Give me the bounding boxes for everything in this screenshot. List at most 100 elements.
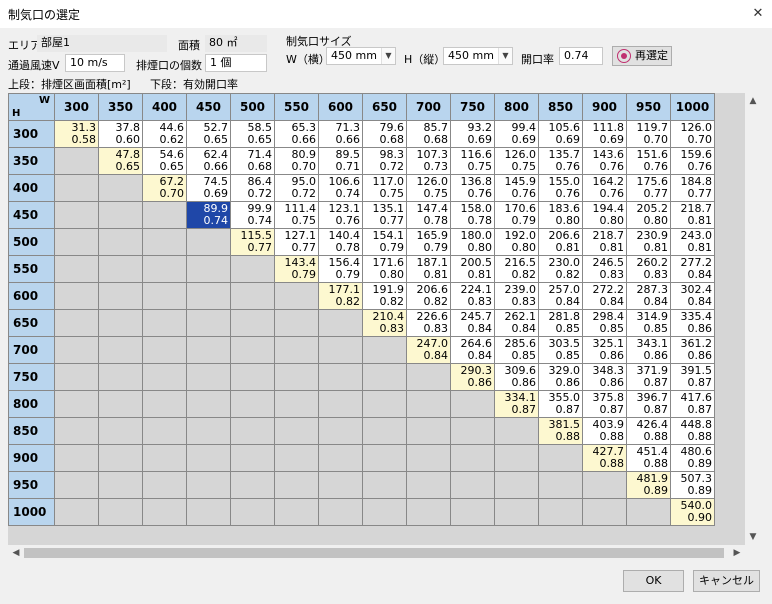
scroll-right-icon[interactable]: ▶ bbox=[729, 545, 745, 561]
size-cell[interactable]: 151.6 0.76 bbox=[626, 147, 671, 175]
size-cell[interactable]: 191.9 0.82 bbox=[362, 282, 407, 310]
close-icon[interactable]: ✕ bbox=[744, 0, 772, 28]
size-cell[interactable]: 71.3 0.66 bbox=[318, 120, 363, 148]
size-cell[interactable]: 58.5 0.65 bbox=[230, 120, 275, 148]
size-cell[interactable]: 218.7 0.81 bbox=[670, 201, 715, 229]
size-cell[interactable]: 135.7 0.76 bbox=[538, 147, 583, 175]
size-cell[interactable]: 47.8 0.65 bbox=[98, 147, 143, 175]
size-cell[interactable]: 192.0 0.80 bbox=[494, 228, 539, 256]
size-cell[interactable]: 107.3 0.73 bbox=[406, 147, 451, 175]
size-cell[interactable]: 448.8 0.88 bbox=[670, 417, 715, 445]
size-cell[interactable]: 105.6 0.69 bbox=[538, 120, 583, 148]
size-cell[interactable]: 206.6 0.81 bbox=[538, 228, 583, 256]
chevron-down-icon[interactable]: ▼ bbox=[498, 48, 512, 64]
size-cell[interactable]: 54.6 0.65 bbox=[142, 147, 187, 175]
chevron-down-icon[interactable]: ▼ bbox=[381, 48, 395, 64]
size-cell[interactable]: 272.2 0.84 bbox=[582, 282, 627, 310]
size-cell[interactable]: 89.9 0.74 bbox=[186, 201, 231, 229]
size-cell[interactable]: 71.4 0.68 bbox=[230, 147, 275, 175]
size-cell[interactable]: 159.6 0.76 bbox=[670, 147, 715, 175]
size-cell[interactable]: 111.4 0.75 bbox=[274, 201, 319, 229]
size-cell[interactable]: 99.4 0.69 bbox=[494, 120, 539, 148]
size-cell[interactable]: 325.1 0.86 bbox=[582, 336, 627, 364]
size-cell[interactable]: 260.2 0.83 bbox=[626, 255, 671, 283]
size-cell[interactable]: 226.6 0.83 bbox=[406, 309, 451, 337]
size-cell[interactable]: 348.3 0.86 bbox=[582, 363, 627, 391]
size-cell[interactable]: 74.5 0.69 bbox=[186, 174, 231, 202]
size-cell[interactable]: 119.7 0.70 bbox=[626, 120, 671, 148]
size-cell[interactable]: 99.9 0.74 bbox=[230, 201, 275, 229]
size-cell[interactable]: 127.1 0.77 bbox=[274, 228, 319, 256]
size-cell[interactable]: 396.7 0.87 bbox=[626, 390, 671, 418]
size-cell[interactable]: 218.7 0.81 bbox=[582, 228, 627, 256]
size-cell[interactable]: 117.0 0.75 bbox=[362, 174, 407, 202]
size-cell[interactable]: 480.6 0.89 bbox=[670, 444, 715, 472]
size-cell[interactable]: 65.3 0.66 bbox=[274, 120, 319, 148]
size-cell[interactable]: 177.1 0.82 bbox=[318, 282, 363, 310]
cancel-button[interactable]: キャンセル bbox=[693, 570, 760, 592]
size-cell[interactable]: 264.6 0.84 bbox=[450, 336, 495, 364]
size-cell[interactable]: 230.9 0.81 bbox=[626, 228, 671, 256]
size-cell[interactable]: 86.4 0.72 bbox=[230, 174, 275, 202]
size-cell[interactable]: 171.6 0.80 bbox=[362, 255, 407, 283]
scroll-left-icon[interactable]: ◀ bbox=[8, 545, 24, 561]
size-cell[interactable]: 224.1 0.83 bbox=[450, 282, 495, 310]
size-cell[interactable]: 481.9 0.89 bbox=[626, 471, 671, 499]
size-cell[interactable]: 155.0 0.76 bbox=[538, 174, 583, 202]
size-cell[interactable]: 170.6 0.79 bbox=[494, 201, 539, 229]
size-cell[interactable]: 123.1 0.76 bbox=[318, 201, 363, 229]
horizontal-scroll-thumb[interactable] bbox=[24, 548, 724, 558]
size-cell[interactable]: 95.0 0.72 bbox=[274, 174, 319, 202]
size-cell[interactable]: 126.0 0.75 bbox=[494, 147, 539, 175]
size-cell[interactable]: 136.8 0.76 bbox=[450, 174, 495, 202]
size-cell[interactable]: 334.1 0.87 bbox=[494, 390, 539, 418]
size-cell[interactable]: 115.5 0.77 bbox=[230, 228, 275, 256]
size-cell[interactable]: 143.6 0.76 bbox=[582, 147, 627, 175]
size-cell[interactable]: 111.8 0.69 bbox=[582, 120, 627, 148]
reselect-button[interactable]: 再選定 bbox=[612, 46, 672, 66]
size-cell[interactable]: 80.9 0.70 bbox=[274, 147, 319, 175]
ok-button[interactable]: OK bbox=[623, 570, 684, 592]
size-cell[interactable]: 126.0 0.70 bbox=[670, 120, 715, 148]
size-cell[interactable]: 85.7 0.68 bbox=[406, 120, 451, 148]
size-cell[interactable]: 44.6 0.62 bbox=[142, 120, 187, 148]
size-cell[interactable]: 79.6 0.68 bbox=[362, 120, 407, 148]
size-cell[interactable]: 126.0 0.75 bbox=[406, 174, 451, 202]
size-cell[interactable]: 164.2 0.76 bbox=[582, 174, 627, 202]
size-cell[interactable]: 183.6 0.80 bbox=[538, 201, 583, 229]
size-cell[interactable]: 257.0 0.84 bbox=[538, 282, 583, 310]
horizontal-scrollbar[interactable]: ◀ ▶ bbox=[8, 545, 745, 561]
size-cell[interactable]: 371.9 0.87 bbox=[626, 363, 671, 391]
velocity-input[interactable]: 10 m/s bbox=[65, 54, 125, 72]
size-cell[interactable]: 37.8 0.60 bbox=[98, 120, 143, 148]
size-cell[interactable]: 329.0 0.86 bbox=[538, 363, 583, 391]
size-cell[interactable]: 309.6 0.86 bbox=[494, 363, 539, 391]
size-cell[interactable]: 230.0 0.82 bbox=[538, 255, 583, 283]
size-cell[interactable]: 194.4 0.80 bbox=[582, 201, 627, 229]
size-cell[interactable]: 540.0 0.90 bbox=[670, 498, 715, 526]
vertical-scrollbar[interactable]: ▲ ▼ bbox=[745, 93, 761, 545]
size-cell[interactable]: 200.5 0.81 bbox=[450, 255, 495, 283]
size-cell[interactable]: 216.5 0.82 bbox=[494, 255, 539, 283]
size-cell[interactable]: 262.1 0.84 bbox=[494, 309, 539, 337]
size-cell[interactable]: 143.4 0.79 bbox=[274, 255, 319, 283]
size-cell[interactable]: 206.6 0.82 bbox=[406, 282, 451, 310]
size-cell[interactable]: 246.5 0.83 bbox=[582, 255, 627, 283]
size-cell[interactable]: 277.2 0.84 bbox=[670, 255, 715, 283]
size-cell[interactable]: 507.3 0.89 bbox=[670, 471, 715, 499]
size-cell[interactable]: 180.0 0.80 bbox=[450, 228, 495, 256]
size-cell[interactable]: 31.3 0.58 bbox=[54, 120, 99, 148]
outlet-count-input[interactable]: 1 個 bbox=[205, 54, 267, 72]
size-cell[interactable]: 303.5 0.85 bbox=[538, 336, 583, 364]
size-cell[interactable]: 62.4 0.66 bbox=[186, 147, 231, 175]
size-cell[interactable]: 287.3 0.84 bbox=[626, 282, 671, 310]
size-cell[interactable]: 154.1 0.79 bbox=[362, 228, 407, 256]
size-cell[interactable]: 335.4 0.86 bbox=[670, 309, 715, 337]
size-cell[interactable]: 140.4 0.78 bbox=[318, 228, 363, 256]
size-cell[interactable]: 184.8 0.77 bbox=[670, 174, 715, 202]
size-cell[interactable]: 314.9 0.85 bbox=[626, 309, 671, 337]
size-cell[interactable]: 106.6 0.74 bbox=[318, 174, 363, 202]
size-cell[interactable]: 98.3 0.72 bbox=[362, 147, 407, 175]
size-cell[interactable]: 302.4 0.84 bbox=[670, 282, 715, 310]
size-cell[interactable]: 290.3 0.86 bbox=[450, 363, 495, 391]
